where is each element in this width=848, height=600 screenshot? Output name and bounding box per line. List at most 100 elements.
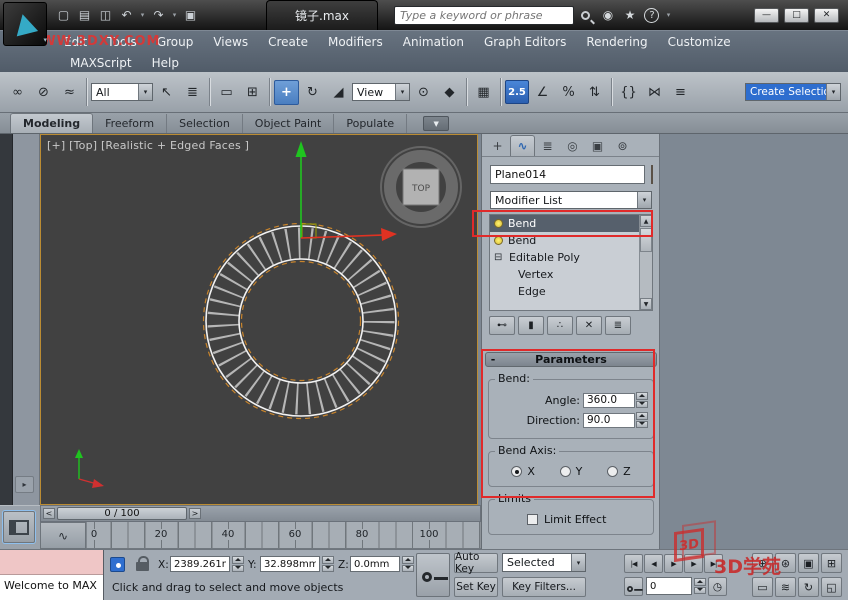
radio-z-icon[interactable] xyxy=(607,466,618,477)
use-pivot-center-button[interactable]: ⊙ xyxy=(411,80,436,105)
previous-frame-button[interactable]: ◀ xyxy=(644,554,663,573)
menu-maxscript[interactable]: MAXScript xyxy=(60,56,142,70)
scroll-up-button[interactable]: ▲ xyxy=(640,215,652,227)
select-object-button[interactable]: ↖ xyxy=(154,80,179,105)
chevron-down-icon[interactable]: ▾ xyxy=(637,192,651,208)
key-mode-toggle-button[interactable] xyxy=(624,577,643,596)
stack-item-edge[interactable]: Edge xyxy=(490,283,652,300)
select-and-rotate-button[interactable]: ↻ xyxy=(300,80,325,105)
orbit-button[interactable]: ↻ xyxy=(798,577,819,597)
radio-x-icon[interactable] xyxy=(511,466,522,477)
maxscript-mini-listener[interactable]: Welcome to MAX xyxy=(0,550,104,600)
zoom-extents-all-button[interactable]: ⊞ xyxy=(821,553,842,573)
pin-stack-button[interactable]: ⊷ xyxy=(489,316,515,335)
close-button[interactable]: ✕ xyxy=(814,8,839,23)
open-mini-curve-editor-button[interactable]: ∿ xyxy=(40,522,86,549)
tab-display[interactable]: ▣ xyxy=(585,135,610,156)
time-slider[interactable]: < 0 / 100 > xyxy=(40,505,481,522)
menu-views[interactable]: Views xyxy=(203,35,258,49)
search-button[interactable] xyxy=(576,5,596,25)
percent-snap-toggle[interactable]: % xyxy=(556,80,581,105)
mirror-button[interactable]: ⋈ xyxy=(642,80,667,105)
limit-effect-checkbox[interactable] xyxy=(527,514,538,525)
angle-spinner[interactable] xyxy=(636,392,648,408)
next-frame-arrow[interactable]: > xyxy=(189,508,201,519)
edit-named-selection-sets-button[interactable]: {} xyxy=(616,80,641,105)
communication-center-button[interactable]: ◉ xyxy=(598,5,618,25)
stack-item-bend-1[interactable]: Bend xyxy=(490,215,652,232)
reference-coordinate-dropdown[interactable]: View ▾ xyxy=(352,83,410,101)
axis-x-option[interactable]: X xyxy=(511,465,535,478)
stack-item-bend-2[interactable]: Bend xyxy=(490,232,652,249)
favorites-button[interactable]: ★ xyxy=(620,5,640,25)
ribbon-tab-populate[interactable]: Populate xyxy=(334,114,407,133)
limit-effect-option[interactable]: Limit Effect xyxy=(493,509,649,528)
chevron-down-icon[interactable]: ▾ xyxy=(395,84,409,100)
auto-key-button[interactable]: Auto Key xyxy=(454,553,498,573)
viewport-top[interactable]: TOP [+] [Top] [Realistic + Edged Faces ] xyxy=(40,134,478,505)
ribbon-tab-modeling[interactable]: Modeling xyxy=(10,113,93,133)
app-logo-button[interactable]: ▾ xyxy=(3,2,47,46)
select-and-link-button[interactable]: ∞ xyxy=(5,80,30,105)
macro-recorder-row[interactable] xyxy=(0,550,103,575)
spinner-snap-toggle[interactable]: ⇅ xyxy=(582,80,607,105)
gizmo-x-arrowhead[interactable] xyxy=(381,228,397,241)
key-filters-button[interactable]: Key Filters... xyxy=(502,577,586,597)
modifier-enabled-bulb-icon[interactable] xyxy=(494,236,503,245)
maximize-button[interactable]: □ xyxy=(784,8,809,23)
object-name-field[interactable] xyxy=(490,165,645,184)
previous-frame-arrow[interactable]: < xyxy=(43,508,55,519)
set-keys-button[interactable] xyxy=(416,553,450,597)
selection-filter-dropdown[interactable]: All ▾ xyxy=(91,83,153,101)
z-coordinate-field[interactable] xyxy=(350,556,400,572)
direction-field[interactable] xyxy=(583,413,635,428)
scroll-thumb[interactable] xyxy=(640,228,652,252)
axis-z-option[interactable]: Z xyxy=(607,465,631,478)
tab-create[interactable]: + xyxy=(485,135,510,156)
open-file-button[interactable]: ▤ xyxy=(75,6,94,25)
modifier-list-dropdown[interactable]: Modifier List ▾ xyxy=(490,191,652,209)
stack-scrollbar[interactable]: ▲ ▼ xyxy=(639,215,652,310)
viewport-label[interactable]: [+] [Top] [Realistic + Edged Faces ] xyxy=(47,139,249,152)
expand-collapse-icon[interactable]: ⊟ xyxy=(494,252,504,263)
gizmo-y-arrowhead[interactable] xyxy=(296,141,307,157)
window-cross-toggle[interactable]: ⊞ xyxy=(240,80,265,105)
chevron-down-icon[interactable]: ▾ xyxy=(138,84,152,100)
new-scene-button[interactable]: ▢ xyxy=(54,6,73,25)
configure-modifier-sets-button[interactable]: ≣ xyxy=(605,316,631,335)
y-coordinate-field[interactable] xyxy=(260,556,320,572)
go-to-start-button[interactable]: |◀ xyxy=(624,554,643,573)
zoom-extents-button[interactable]: ▣ xyxy=(798,553,819,573)
selection-region-button[interactable]: ▭ xyxy=(214,80,239,105)
axis-y-option[interactable]: Y xyxy=(560,465,583,478)
unlink-selection-button[interactable]: ⊘ xyxy=(31,80,56,105)
menu-graph-editors[interactable]: Graph Editors xyxy=(474,35,576,49)
set-key-button[interactable]: Set Key xyxy=(454,577,498,597)
named-selection-sets-combo[interactable]: Create Selection ▾ xyxy=(745,83,841,101)
listener-row[interactable]: Welcome to MAX xyxy=(0,575,103,600)
menu-create[interactable]: Create xyxy=(258,35,318,49)
chevron-down-icon[interactable]: ▾ xyxy=(571,554,585,571)
align-button[interactable]: ≡ xyxy=(668,80,693,105)
selection-set-dropdown[interactable]: Selected ▾ xyxy=(502,553,586,572)
select-and-move-button[interactable]: + xyxy=(274,80,299,105)
select-by-name-button[interactable]: ≣ xyxy=(180,80,205,105)
help-dropdown-icon[interactable]: ▾ xyxy=(664,6,673,25)
redo-dropdown-icon[interactable]: ▾ xyxy=(170,6,179,25)
radio-y-icon[interactable] xyxy=(560,466,571,477)
snaps-toggle-button[interactable]: 2.5 xyxy=(505,80,529,104)
minimize-button[interactable]: — xyxy=(754,8,779,23)
select-and-manipulate-button[interactable]: ◆ xyxy=(437,80,462,105)
isolate-selection-toggle-icon[interactable] xyxy=(110,557,125,572)
make-unique-button[interactable]: ∴ xyxy=(547,316,573,335)
menu-customize[interactable]: Customize xyxy=(658,35,741,49)
time-slider-handle[interactable]: 0 / 100 xyxy=(57,507,187,520)
z-spinner[interactable] xyxy=(402,556,414,572)
ribbon-tab-selection[interactable]: Selection xyxy=(167,114,243,133)
modifier-enabled-bulb-icon[interactable] xyxy=(494,219,503,228)
scroll-down-button[interactable]: ▼ xyxy=(640,298,652,310)
viewport-layout-tab-button[interactable] xyxy=(3,511,35,543)
viewcube-top-label[interactable]: TOP xyxy=(411,184,431,194)
tab-hierarchy[interactable]: ≣ xyxy=(535,135,560,156)
object-color-swatch[interactable] xyxy=(651,165,653,184)
